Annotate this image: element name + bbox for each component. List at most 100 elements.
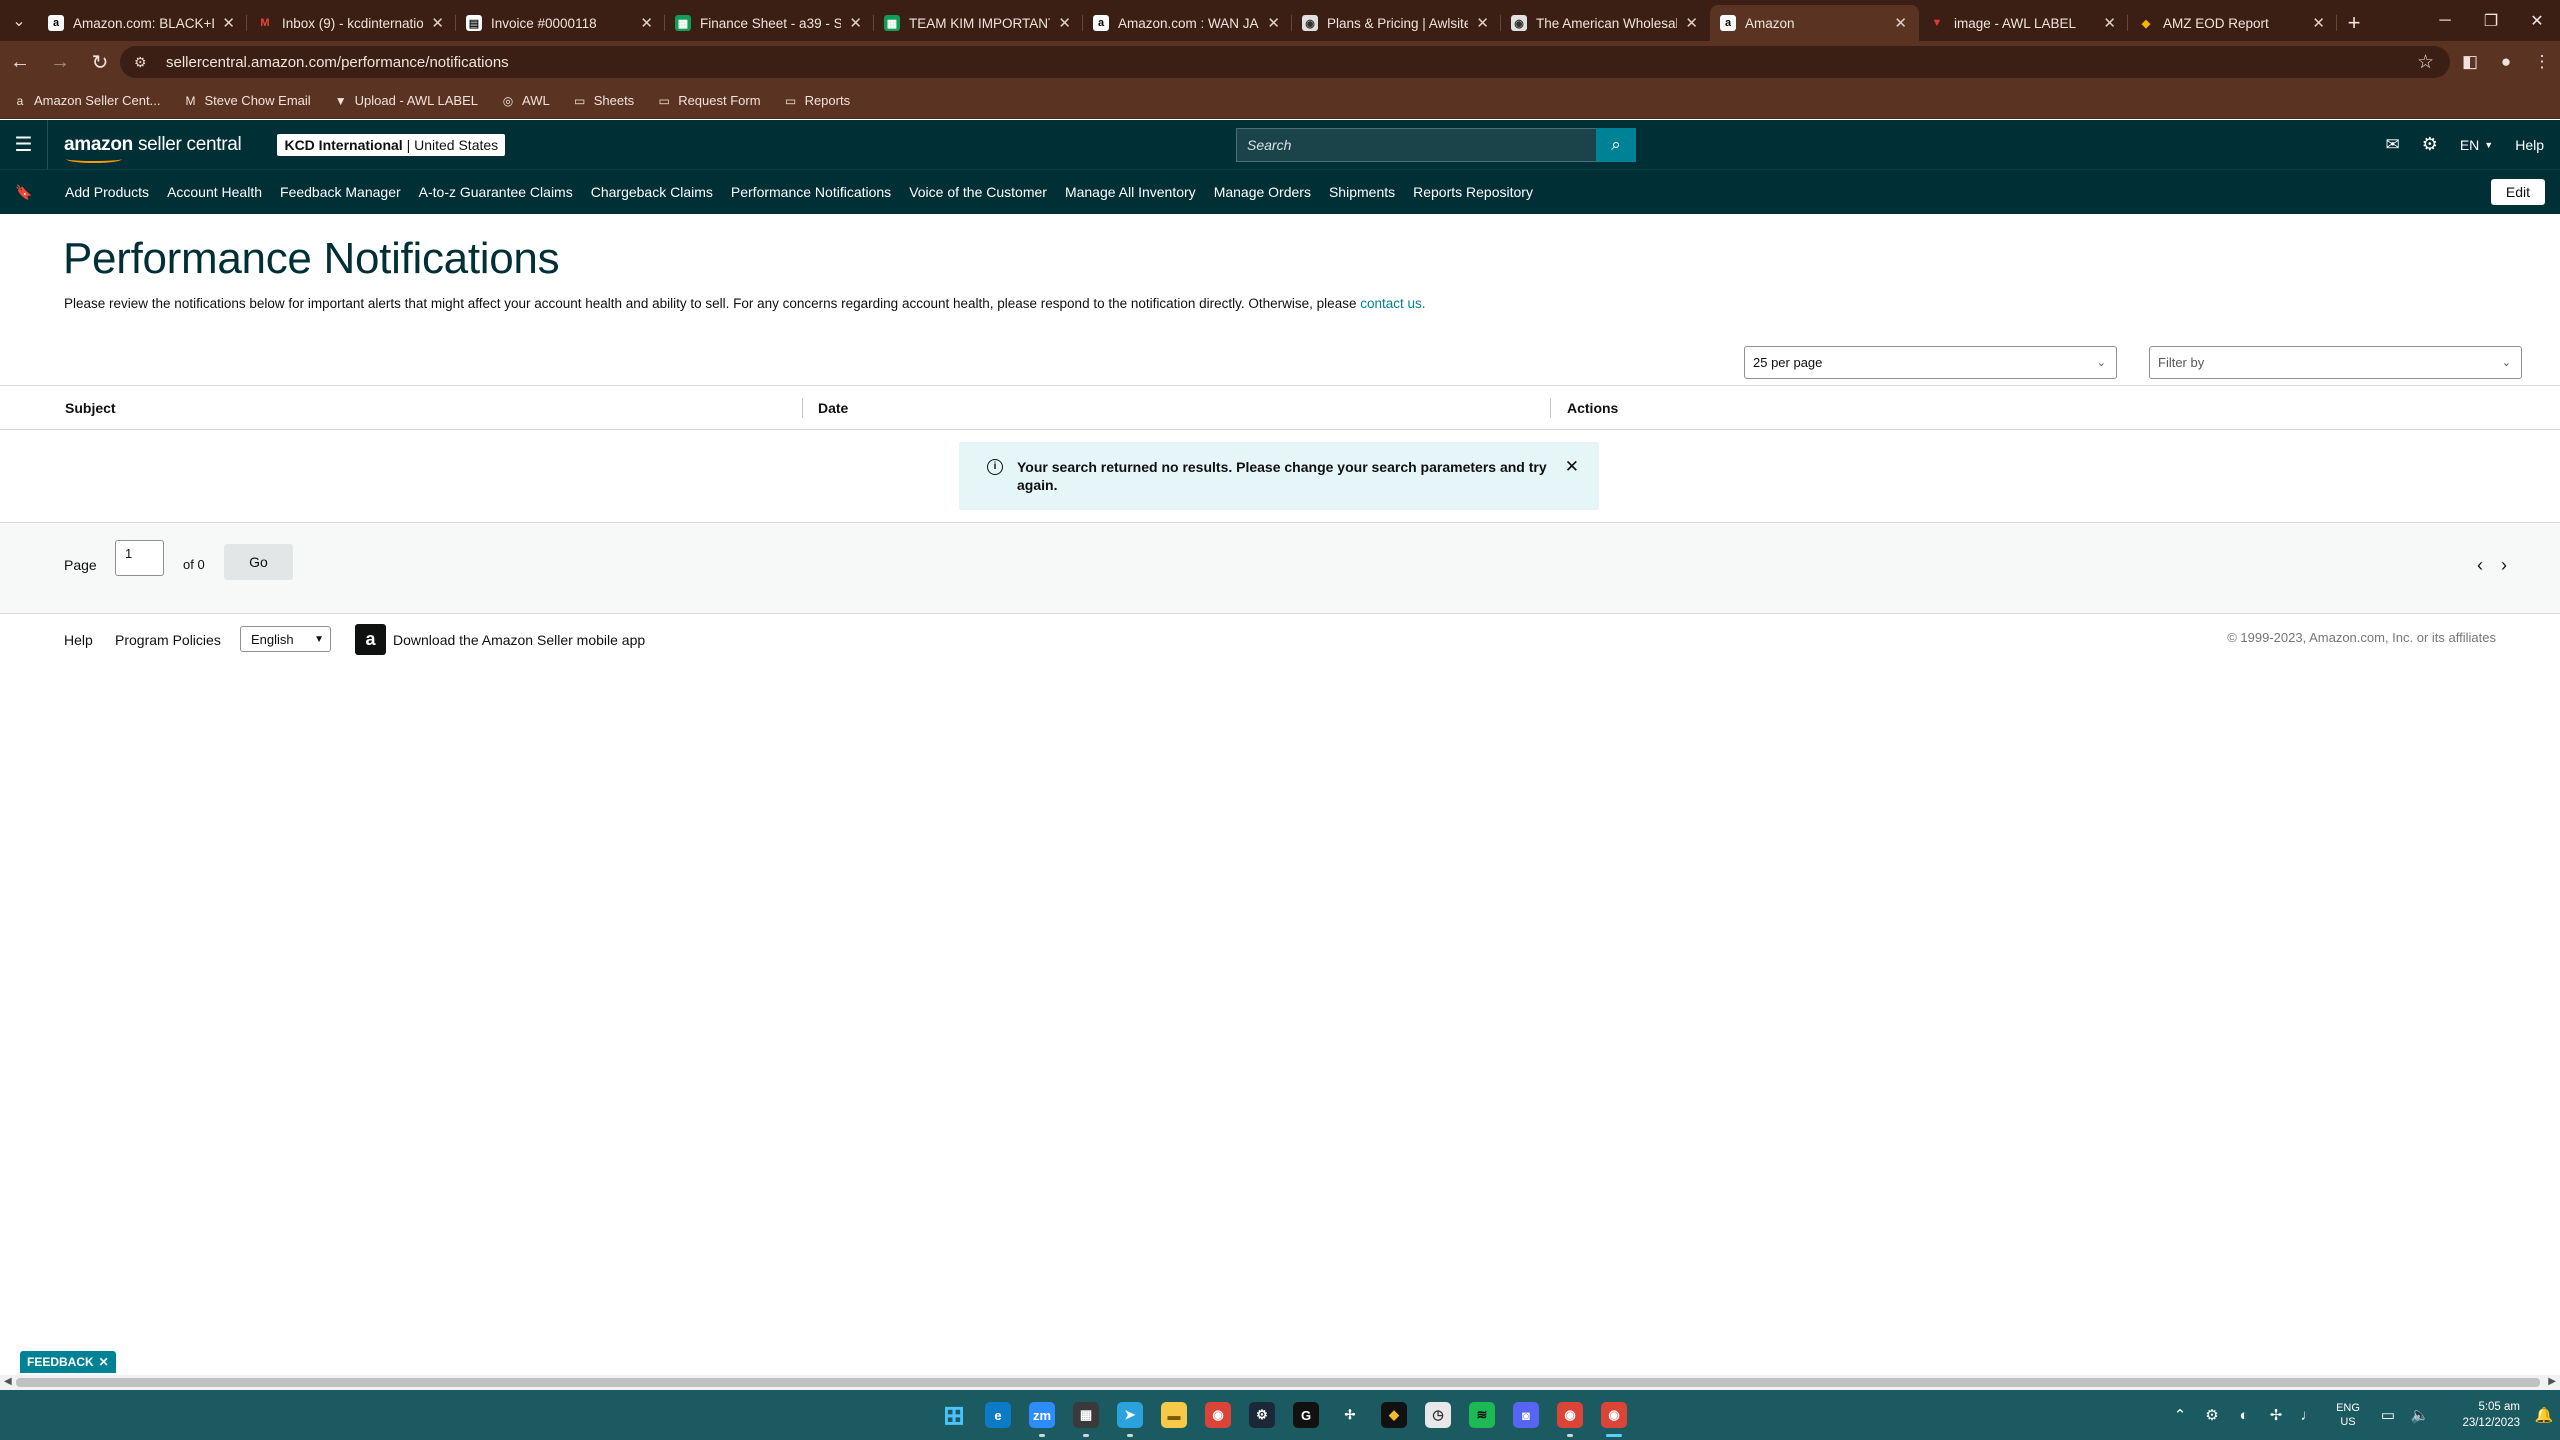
bookmark-item[interactable]: ▼ Upload - AWL LABEL: [333, 93, 478, 109]
close-window-icon[interactable]: ✕: [2514, 0, 2560, 41]
bookmark-item[interactable]: ▭ Request Form: [656, 93, 761, 109]
chrome-profile-icon[interactable]: ◉: [1548, 1390, 1592, 1440]
nav-link-feedback-manager[interactable]: Feedback Manager: [280, 184, 401, 200]
scrollbar-thumb[interactable]: [16, 1378, 2540, 1387]
footer-language-select[interactable]: English ▼: [240, 626, 331, 652]
telegram-icon[interactable]: ➤: [1108, 1390, 1152, 1440]
browser-tab[interactable]: ◉ The American Wholesaler ✕: [1501, 5, 1710, 41]
close-tab-icon[interactable]: ✕: [1685, 14, 1698, 32]
bookmark-star-icon[interactable]: ☆: [2417, 51, 2434, 74]
fan-tray-icon[interactable]: ✢: [2260, 1406, 2292, 1424]
app-fan-icon[interactable]: ✢: [1328, 1390, 1372, 1440]
close-tab-icon[interactable]: ✕: [2312, 14, 2325, 32]
browser-tab[interactable]: ▦ TEAM KIM IMPORTANT SI ✕: [874, 5, 1083, 41]
reload-icon[interactable]: ↻: [80, 41, 120, 83]
nav-link-manage-orders[interactable]: Manage Orders: [1214, 184, 1311, 200]
page-number-input[interactable]: 1: [115, 540, 164, 576]
profile-icon[interactable]: ●: [2488, 41, 2524, 83]
nav-link-manage-all-inventory[interactable]: Manage All Inventory: [1065, 184, 1196, 200]
browser-tab[interactable]: ▼ image - AWL LABEL ✕: [1919, 5, 2128, 41]
bookmark-item[interactable]: ▭ Sheets: [572, 93, 634, 109]
restore-icon[interactable]: ❐: [2468, 0, 2514, 41]
search-input[interactable]: [1236, 128, 1596, 162]
browser-tab[interactable]: ◆ AMZ EOD Report ✕: [2128, 5, 2337, 41]
footer-help-link[interactable]: Help: [64, 632, 93, 648]
settings-gear-icon[interactable]: ⚙: [2422, 134, 2438, 155]
nav-link-account-health[interactable]: Account Health: [167, 184, 262, 200]
calculator-icon[interactable]: ▦: [1064, 1390, 1108, 1440]
app-g-tray-icon[interactable]: ◐: [2228, 1407, 2260, 1424]
feedback-close-icon[interactable]: ✕: [99, 1355, 109, 1369]
nav-link-shipments[interactable]: Shipments: [1329, 184, 1395, 200]
side-panel-icon[interactable]: ◧: [2452, 41, 2488, 83]
browser-tab[interactable]: ▦ Finance Sheet - a39 - Stev ✕: [665, 5, 874, 41]
filter-by-select[interactable]: Filter by ⌄: [2149, 346, 2522, 379]
notification-bell-icon[interactable]: 🔔: [2528, 1406, 2560, 1424]
binance-icon[interactable]: ◆: [1372, 1390, 1416, 1440]
search-button[interactable]: ⌕: [1596, 128, 1636, 162]
bookmark-item[interactable]: M Steve Chow Email: [182, 93, 310, 109]
bookmark-item[interactable]: ◎ AWL: [500, 93, 550, 109]
clock-app-icon[interactable]: ◷: [1416, 1390, 1460, 1440]
browser-tab[interactable]: a Amazon.com : WAN JA SI ✕: [1083, 5, 1292, 41]
column-header-date[interactable]: Date: [818, 400, 848, 416]
nav-link-chargeback-claims[interactable]: Chargeback Claims: [591, 184, 713, 200]
steam-tray-icon[interactable]: ⚙: [2196, 1406, 2228, 1424]
hamburger-menu-icon[interactable]: ☰: [0, 120, 48, 169]
close-tab-icon[interactable]: ✕: [1058, 14, 1071, 32]
scroll-left-arrow-icon[interactable]: ◀: [4, 1376, 12, 1387]
program-policies-link[interactable]: Program Policies: [115, 632, 221, 648]
mail-icon[interactable]: ✉: [2385, 135, 2399, 155]
windows-start-icon[interactable]: ⊞: [932, 1390, 976, 1440]
url-bar[interactable]: ⚙ sellercentral.amazon.com/performance/n…: [120, 46, 2450, 78]
amazon-seller-central-logo[interactable]: amazon seller central: [64, 134, 242, 163]
site-info-icon[interactable]: ⚙: [134, 54, 152, 71]
column-header-subject[interactable]: Subject: [65, 400, 116, 416]
forward-arrow-icon[interactable]: →: [40, 41, 80, 83]
discord-icon[interactable]: ◙: [1504, 1390, 1548, 1440]
browser-tab[interactable]: M Inbox (9) - kcdinternation ✕: [247, 5, 456, 41]
browser-menu-icon[interactable]: ⋮: [2524, 41, 2560, 83]
taskbar-clock[interactable]: 5:05 am 23/12/2023: [2436, 1399, 2528, 1431]
go-button[interactable]: Go: [224, 544, 293, 580]
zoom-icon[interactable]: zm: [1020, 1390, 1064, 1440]
chrome-icon[interactable]: ◉: [1196, 1390, 1240, 1440]
download-app-link[interactable]: Download the Amazon Seller mobile app: [393, 632, 645, 648]
bookmark-item[interactable]: ▭ Reports: [783, 93, 850, 109]
close-tab-icon[interactable]: ✕: [222, 14, 235, 32]
close-tab-icon[interactable]: ✕: [431, 14, 444, 32]
browser-tab[interactable]: ◉ Plans & Pricing | Awlsite ✕: [1292, 5, 1501, 41]
browser-tab[interactable]: a Amazon.com: BLACK+DE ✕: [38, 5, 247, 41]
network-icon[interactable]: ▭: [2372, 1406, 2404, 1424]
tray-overflow-chevron-icon[interactable]: ⌃: [2164, 1406, 2196, 1424]
close-tab-icon[interactable]: ✕: [849, 14, 862, 32]
nav-link-performance-notifications[interactable]: Performance Notifications: [731, 184, 891, 200]
app-g-icon[interactable]: G: [1284, 1390, 1328, 1440]
volume-icon[interactable]: 🔈: [2404, 1406, 2436, 1424]
spotify-icon[interactable]: ≋: [1460, 1390, 1504, 1440]
horizontal-scrollbar[interactable]: ◀ ▶: [0, 1375, 2560, 1390]
nav-link-a-to-z-guarantee-claims[interactable]: A-to-z Guarantee Claims: [419, 184, 573, 200]
nav-link-add-products[interactable]: Add Products: [65, 184, 149, 200]
feedback-button[interactable]: FEEDBACK ✕: [20, 1351, 116, 1373]
close-tab-icon[interactable]: ✕: [640, 14, 653, 32]
new-tab-plus-icon[interactable]: +: [2337, 5, 2371, 41]
url-text[interactable]: sellercentral.amazon.com/performance/not…: [166, 54, 509, 71]
tab-search-chevron-icon[interactable]: ⌄: [0, 0, 38, 41]
close-tab-icon[interactable]: ✕: [1267, 14, 1280, 32]
amazon-app-icon[interactable]: a: [355, 624, 386, 655]
nav-bookmark-icon[interactable]: 🔖: [0, 184, 48, 201]
browser-tab[interactable]: ▤ Invoice #0000118 ✕: [456, 5, 665, 41]
close-tab-icon[interactable]: ✕: [1894, 14, 1907, 32]
bookmark-item[interactable]: a Amazon Seller Cent...: [12, 93, 161, 109]
close-alert-icon[interactable]: ✕: [1565, 458, 1579, 476]
per-page-select[interactable]: 25 per page ⌄: [1744, 346, 2117, 379]
microphone-tray-icon[interactable]: ♩: [2292, 1407, 2324, 1424]
back-arrow-icon[interactable]: ←: [0, 41, 40, 83]
help-link[interactable]: Help: [2515, 137, 2544, 153]
scroll-right-arrow-icon[interactable]: ▶: [2548, 1376, 2556, 1387]
edge-icon[interactable]: e: [976, 1390, 1020, 1440]
file-explorer-icon[interactable]: ▬: [1152, 1390, 1196, 1440]
close-tab-icon[interactable]: ✕: [2103, 14, 2116, 32]
browser-tab[interactable]: a Amazon ✕: [1710, 5, 1919, 41]
